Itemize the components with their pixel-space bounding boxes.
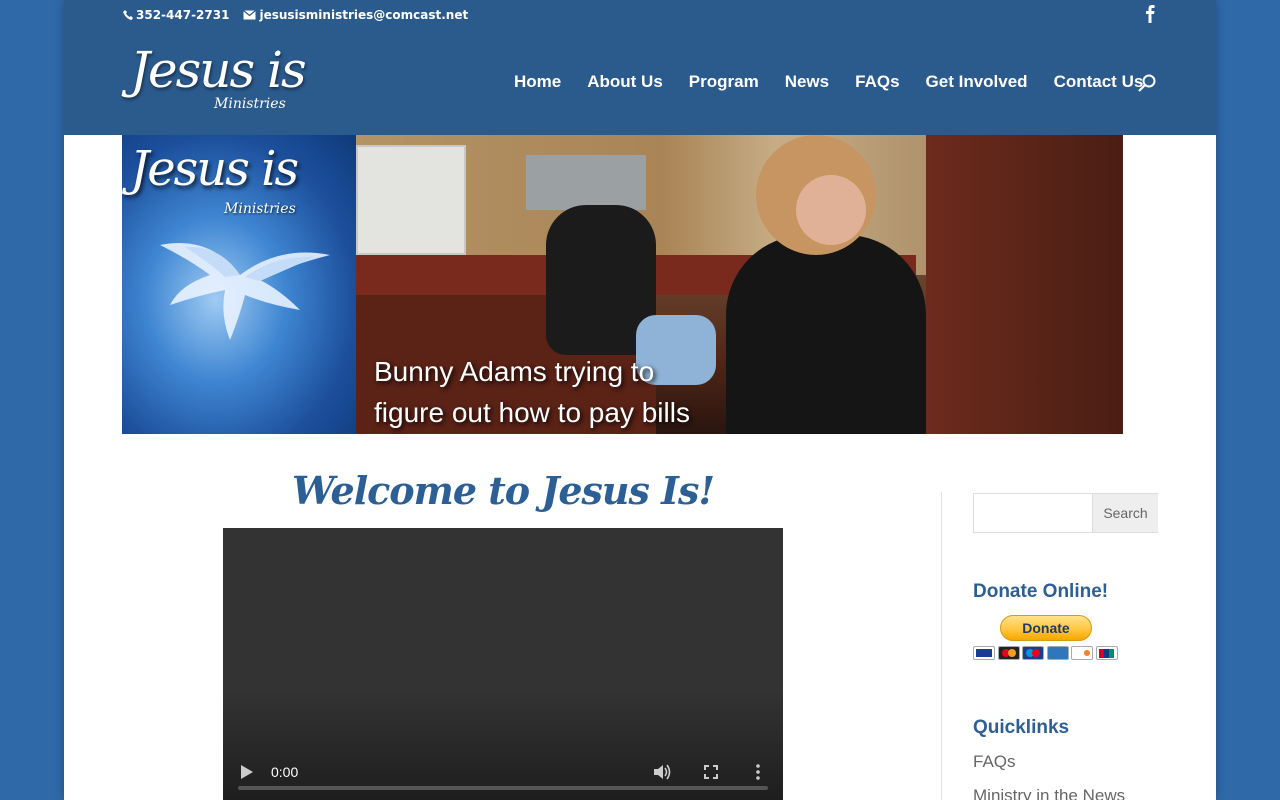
site-header: Jesus is Ministries Home About Us Progra… xyxy=(64,32,1216,135)
more-options-icon[interactable] xyxy=(756,764,760,780)
photo-printer xyxy=(356,145,466,255)
search-input[interactable] xyxy=(974,494,1092,532)
video-progress-bar[interactable] xyxy=(238,786,768,790)
mastercard-icon xyxy=(997,646,1020,660)
photo-post xyxy=(926,135,1123,434)
phone-item[interactable]: 352-447-2731 xyxy=(123,8,229,22)
site-logo[interactable]: Jesus is Ministries xyxy=(130,40,310,126)
payment-cards xyxy=(973,646,1120,660)
nav-contact-us[interactable]: Contact Us xyxy=(1054,72,1144,92)
sidebar-divider xyxy=(941,492,942,800)
email-address: jesusisministries@comcast.net xyxy=(259,8,469,22)
nav-news[interactable]: News xyxy=(785,72,829,92)
quicklinks-title: Quicklinks xyxy=(973,717,1070,738)
caption-line-2: figure out how to pay bills xyxy=(374,397,690,428)
nav-faqs[interactable]: FAQs xyxy=(855,72,899,92)
amex-card-icon xyxy=(1046,646,1069,660)
page-title: Welcome to Jesus Is! xyxy=(291,468,715,513)
contact-info: 352-447-2731 jesusisministries@comcast.n… xyxy=(123,8,482,22)
main-content: Welcome to Jesus Is! 0:00 Search Donate … xyxy=(64,434,1216,800)
dove-icon xyxy=(160,243,330,340)
nav-program[interactable]: Program xyxy=(689,72,759,92)
caption-line-1: Bunny Adams trying to xyxy=(374,356,655,387)
donate-title: Donate Online! xyxy=(973,581,1109,602)
video-player[interactable]: 0:00 xyxy=(223,528,783,800)
maestro-card-icon xyxy=(1022,646,1044,660)
quicklink-ministry-news[interactable]: Ministry in the News xyxy=(973,786,1125,800)
phone-number: 352-447-2731 xyxy=(136,8,230,22)
nav-home[interactable]: Home xyxy=(514,72,561,92)
facebook-icon[interactable] xyxy=(1144,5,1156,23)
logo-sub-text: Ministries xyxy=(214,96,286,112)
banner-photo: Bunny Adams trying to figure out how to … xyxy=(356,135,1123,434)
donate-button[interactable]: Donate xyxy=(1000,615,1092,641)
phone-icon xyxy=(123,10,133,20)
page-container: 352-447-2731 jesusisministries@comcast.n… xyxy=(64,0,1216,800)
video-time: 0:00 xyxy=(271,764,299,780)
hero-banner: Jesus is Ministries Bunny Adams trying t… xyxy=(122,135,1123,434)
volume-icon[interactable] xyxy=(654,764,672,780)
unionpay-card-icon xyxy=(1095,646,1118,660)
fullscreen-icon[interactable] xyxy=(704,765,718,779)
video-controls: 0:00 xyxy=(223,740,783,800)
search-icon[interactable] xyxy=(1138,74,1156,92)
visa-card-icon xyxy=(973,646,995,660)
quicklink-faqs[interactable]: FAQs xyxy=(973,752,1016,772)
photo-face xyxy=(796,175,866,245)
logo-main-text: Jesus is xyxy=(130,41,307,99)
envelope-icon xyxy=(243,10,257,20)
discover-card-icon xyxy=(1071,646,1093,660)
email-item[interactable]: jesusisministries@comcast.net xyxy=(243,8,468,22)
banner-caption: Bunny Adams trying to figure out how to … xyxy=(374,351,794,433)
photo-printer-2 xyxy=(526,155,646,210)
sidebar-search: Search xyxy=(973,493,1158,533)
banner-logo-panel: Jesus is Ministries xyxy=(122,135,356,434)
nav-about-us[interactable]: About Us xyxy=(587,72,663,92)
nav-get-involved[interactable]: Get Involved xyxy=(926,72,1028,92)
top-bar: 352-447-2731 jesusisministries@comcast.n… xyxy=(64,0,1216,32)
banner-logo-main: Jesus is xyxy=(130,141,299,197)
play-icon[interactable] xyxy=(241,765,253,779)
search-button[interactable]: Search xyxy=(1092,494,1158,532)
main-nav: Home About Us Program News FAQs Get Invo… xyxy=(514,72,1169,92)
